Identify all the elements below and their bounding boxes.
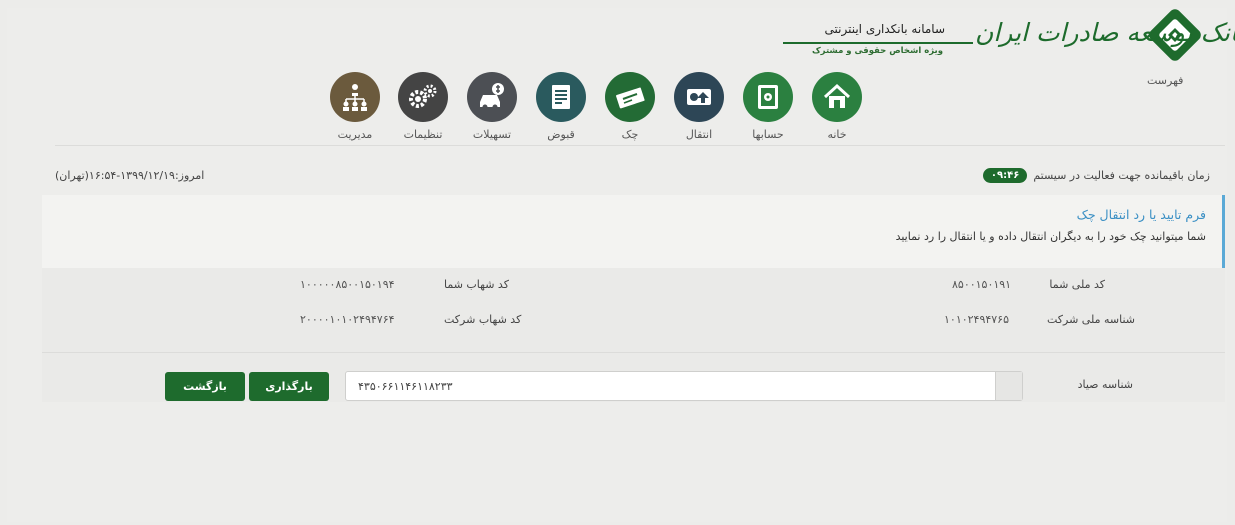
form-description: شما میتوانید چک خود را به دیگران انتقال … (895, 230, 1206, 243)
nav-cheque[interactable]: چک (600, 72, 660, 141)
load-button[interactable]: بارگذاری (249, 372, 329, 401)
nav-settings-label: تنظیمات (403, 128, 443, 141)
national-code-label: کد ملی شما (1049, 278, 1105, 291)
company-shahab-value: ۲۰۰۰۰۱۰۱۰۲۴۹۴۷۶۴ (300, 313, 395, 326)
car-loan-icon (467, 72, 517, 122)
bank-name: بانک توسعه صادرات ایران (975, 18, 1235, 47)
sayad-id-field (345, 371, 1023, 401)
nav-management[interactable]: مدیریت (325, 72, 385, 141)
session-timer: زمان باقیمانده جهت فعالیت در سیستم ۰۹:۴۶ (982, 168, 1210, 183)
session-time-badge: ۰۹:۴۶ (982, 168, 1028, 183)
transfer-icon (674, 72, 724, 122)
system-title: سامانه بانکداری اینترنتی (824, 22, 945, 36)
today-datetime: امروز:۱۳۹۹/۱۲/۱۹-۱۶:۵۴(تهران) (55, 169, 205, 182)
nav-transfer-label: انتقال (685, 128, 713, 141)
session-label: زمان باقیمانده جهت فعالیت در سیستم (1033, 169, 1210, 182)
title-underline (783, 42, 973, 44)
settings-icon (398, 72, 448, 122)
nav-loans[interactable]: تسهیلات (462, 72, 522, 141)
company-id-label: شناسه ملی شرکت (1046, 313, 1135, 326)
nav-home-label: خانه (827, 128, 847, 141)
nav-settings[interactable]: تنظیمات (393, 72, 453, 141)
nav-accounts[interactable]: حسابها (738, 72, 798, 141)
nav-bills-label: قبوض (547, 128, 575, 141)
nav-loans-label: تسهیلات (472, 128, 512, 141)
hierarchy-icon (330, 72, 380, 122)
shahab-code-label: کد شهاب شما (444, 278, 509, 291)
cheque-icon (605, 72, 655, 122)
safe-icon (743, 72, 793, 122)
nav-accounts-label: حسابها (752, 128, 784, 141)
form-separator (42, 352, 1225, 353)
header-divider (55, 145, 1225, 146)
home-icon (812, 72, 862, 122)
form-header-panel: فرم تایید یا رد انتقال چک شما میتوانید چ… (42, 195, 1225, 268)
nav-bills[interactable]: قبوض (531, 72, 591, 141)
menu-link[interactable]: فهرست (1147, 74, 1183, 87)
shahab-code-value: ۱۰۰۰۰۰۸۵۰۰۱۵۰۱۹۴ (300, 278, 395, 291)
nav-home[interactable]: خانه (807, 72, 867, 141)
system-subtitle: ویژه اشخاص حقوقی و مشترک (811, 46, 943, 56)
company-shahab-label: کد شهاب شرکت (444, 313, 522, 326)
company-id-value: ۱۰۱۰۲۴۹۴۷۶۵ (944, 313, 1009, 326)
sayad-id-label: شناسه صیاد (1077, 378, 1133, 391)
back-button[interactable]: بازگشت (165, 372, 245, 401)
bill-icon (536, 72, 586, 122)
sayad-input-addon[interactable] (995, 372, 1022, 400)
nav-transfer[interactable]: انتقال (669, 72, 729, 141)
nav-cheque-label: چک (621, 128, 639, 141)
national-code-value: ۸۵۰۰۱۵۰۱۹۱ (952, 278, 1012, 291)
nav-management-label: مدیریت (337, 128, 373, 141)
form-title: فرم تایید یا رد انتقال چک (1076, 207, 1206, 222)
sayad-id-input[interactable] (346, 372, 996, 400)
